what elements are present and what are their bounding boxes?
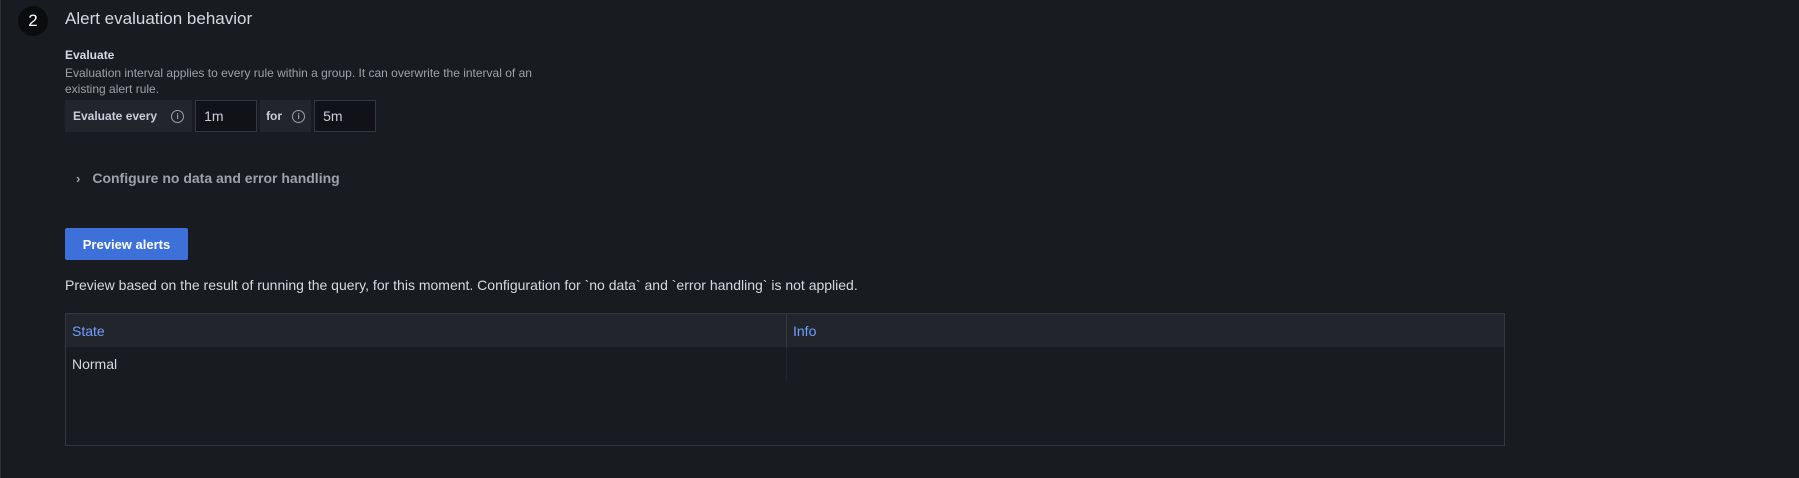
alert-rule-editor-section: 2 Alert evaluation behavior Evaluate Eva… bbox=[0, 0, 1799, 478]
evaluate-description: Evaluation interval applies to every rul… bbox=[65, 66, 532, 96]
evaluate-every-input[interactable]: 1m bbox=[195, 100, 258, 132]
for-label: for i bbox=[260, 100, 312, 132]
evaluate-row: Evaluate every i 1m for i 5m bbox=[65, 100, 377, 132]
preview-table: State Info Normal bbox=[65, 313, 1505, 446]
evaluate-every-text: Evaluate every bbox=[73, 109, 158, 123]
section-divider bbox=[0, 0, 1, 478]
column-header-state[interactable]: State bbox=[66, 314, 786, 347]
evaluate-label: Evaluate bbox=[65, 48, 115, 62]
evaluate-every-label: Evaluate every i bbox=[65, 100, 193, 132]
info-circle-icon[interactable]: i bbox=[292, 109, 306, 123]
cell-info bbox=[786, 347, 1504, 380]
step-number-badge: 2 bbox=[18, 6, 48, 36]
chevron-right-icon: › bbox=[76, 170, 81, 186]
for-text: for bbox=[266, 109, 283, 123]
for-duration-input[interactable]: 5m bbox=[314, 100, 377, 132]
column-header-info[interactable]: Info bbox=[786, 314, 1504, 347]
info-circle-icon[interactable]: i bbox=[171, 109, 185, 123]
cell-state: Normal bbox=[72, 355, 118, 372]
section-title: Alert evaluation behavior bbox=[65, 9, 253, 28]
table-header: State Info bbox=[66, 314, 1504, 347]
no-data-error-handling-toggle[interactable]: › Configure no data and error handling bbox=[76, 170, 340, 186]
preview-note: Preview based on the result of running t… bbox=[65, 277, 858, 293]
no-data-toggle-label: Configure no data and error handling bbox=[92, 170, 340, 186]
preview-alerts-button[interactable]: Preview alerts bbox=[65, 228, 188, 260]
table-row: Normal bbox=[66, 347, 1504, 380]
